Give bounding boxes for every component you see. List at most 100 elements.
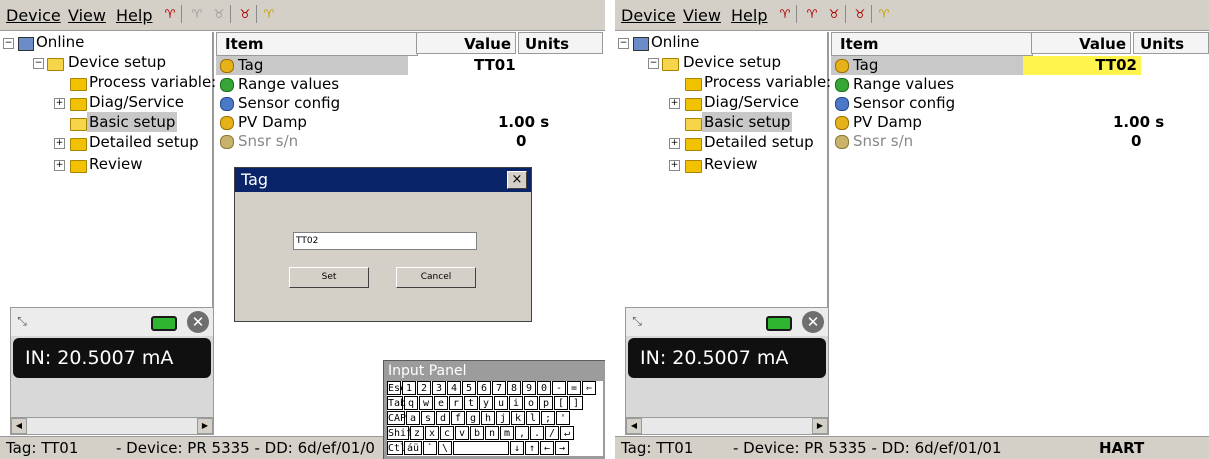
- keyboard-key[interactable]: n: [485, 426, 499, 440]
- keyboard-key[interactable]: .: [530, 426, 544, 440]
- device-icon[interactable]: ♉: [853, 7, 867, 21]
- keyboard-key[interactable]: x: [425, 426, 439, 440]
- scroll-left-icon[interactable]: ◀: [11, 418, 27, 434]
- horizontal-scrollbar[interactable]: ◀ ▶: [10, 417, 214, 435]
- close-icon[interactable]: ×: [507, 171, 527, 189]
- keyboard-key[interactable]: h: [481, 411, 495, 425]
- column-header-item[interactable]: Item: [216, 32, 418, 56]
- keyboard-key[interactable]: i: [509, 396, 523, 410]
- column-header-value[interactable]: Value: [1031, 32, 1131, 54]
- keyboard-key[interactable]: 0: [537, 381, 551, 395]
- help-icon[interactable]: ♈: [877, 7, 891, 21]
- keyboard-key[interactable]: /: [545, 426, 559, 440]
- keyboard-key[interactable]: 5: [462, 381, 476, 395]
- keyboard-key[interactable]: k: [511, 411, 525, 425]
- keyboard-key[interactable]: 8: [507, 381, 521, 395]
- collapse-icon[interactable]: −: [33, 58, 44, 69]
- scroll-right-icon[interactable]: ▶: [812, 418, 828, 434]
- keyboard-key[interactable]: d: [436, 411, 450, 425]
- keyboard-key[interactable]: ]: [569, 396, 583, 410]
- collapse-icon[interactable]: −: [648, 58, 659, 69]
- table-row[interactable]: Snsr s/n: [216, 132, 408, 151]
- keyboard-key[interactable]: ↑: [525, 441, 539, 455]
- expand-icon[interactable]: +: [669, 98, 680, 109]
- table-row[interactable]: Sensor config: [216, 94, 408, 113]
- keyboard-key[interactable]: b: [470, 426, 484, 440]
- keyboard-key[interactable]: →: [555, 441, 569, 455]
- table-row[interactable]: Tag: [831, 56, 1023, 75]
- tree-item-diag-service[interactable]: Diag/Service: [704, 92, 799, 112]
- disconnect-icon[interactable]: ♈: [805, 7, 819, 21]
- tree-item-diag-service[interactable]: Diag/Service: [89, 92, 184, 112]
- connect-icon[interactable]: ♈: [778, 7, 792, 21]
- keyboard-key[interactable]: 2: [417, 381, 431, 395]
- keyboard-key[interactable]: g: [466, 411, 480, 425]
- keyboard-key[interactable]: u: [494, 396, 508, 410]
- keyboard-key[interactable]: j: [496, 411, 510, 425]
- column-header-units[interactable]: Units: [518, 32, 603, 54]
- keyboard-key[interactable]: \: [438, 441, 452, 455]
- keyboard-key[interactable]: ↵: [560, 426, 574, 440]
- tree-item-device-setup[interactable]: Device setup: [68, 52, 166, 72]
- keyboard-key[interactable]: Tab: [387, 396, 406, 410]
- tree-item-review[interactable]: Review: [89, 154, 143, 174]
- table-row[interactable]: Range values: [831, 75, 1023, 94]
- keyboard-key[interactable]: 3: [432, 381, 446, 395]
- space-key[interactable]: [453, 441, 509, 455]
- expand-icon[interactable]: +: [669, 138, 680, 149]
- column-header-units[interactable]: Units: [1133, 32, 1209, 54]
- keyboard-key[interactable]: q: [404, 396, 418, 410]
- keyboard-key[interactable]: Esc: [387, 381, 406, 395]
- keyboard-key[interactable]: z: [410, 426, 424, 440]
- keyboard-key[interactable]: a: [406, 411, 420, 425]
- tree-item-review[interactable]: Review: [704, 154, 758, 174]
- keyboard-key[interactable]: -: [552, 381, 566, 395]
- tree-item-device-setup[interactable]: Device setup: [683, 52, 781, 72]
- tree-item-online[interactable]: Online: [36, 32, 84, 52]
- menu-device[interactable]: Device: [621, 6, 676, 25]
- keyboard-key[interactable]: y: [479, 396, 493, 410]
- expand-icon[interactable]: +: [54, 138, 65, 149]
- keyboard-key[interactable]: 9: [522, 381, 536, 395]
- keyboard-key[interactable]: r: [449, 396, 463, 410]
- expand-icon[interactable]: +: [54, 98, 65, 109]
- collapse-icon[interactable]: −: [3, 38, 14, 49]
- table-row[interactable]: PV Damp: [831, 113, 1023, 132]
- cancel-button[interactable]: Cancel: [396, 267, 476, 288]
- tree-item-basic-setup[interactable]: Basic setup: [702, 112, 793, 132]
- refresh-icon[interactable]: ♉: [212, 7, 226, 21]
- tree-item-detailed-setup[interactable]: Detailed setup: [704, 132, 814, 152]
- table-row[interactable]: Sensor config: [831, 94, 1023, 113]
- refresh-icon[interactable]: ♉: [827, 7, 841, 21]
- keyboard-key[interactable]: w: [419, 396, 433, 410]
- keyboard-key[interactable]: `: [423, 441, 437, 455]
- column-header-value[interactable]: Value: [416, 32, 516, 54]
- keyboard-key[interactable]: m: [500, 426, 514, 440]
- keyboard-key[interactable]: áü: [404, 441, 422, 455]
- keyboard-key[interactable]: 1: [402, 381, 416, 395]
- close-icon[interactable]: ✕: [802, 311, 824, 333]
- table-row[interactable]: Snsr s/n: [831, 132, 1023, 151]
- keyboard-key[interactable]: ⇐: [582, 381, 596, 395]
- keyboard-key[interactable]: ': [556, 411, 570, 425]
- keyboard-key[interactable]: l: [526, 411, 540, 425]
- tree-item-detailed-setup[interactable]: Detailed setup: [89, 132, 199, 152]
- keyboard-key[interactable]: CAP: [387, 411, 406, 425]
- column-header-item[interactable]: Item: [831, 32, 1033, 56]
- table-row[interactable]: Tag: [216, 56, 408, 75]
- keyboard-key[interactable]: Ctl: [387, 441, 406, 455]
- keyboard-key[interactable]: c: [440, 426, 454, 440]
- table-row[interactable]: PV Damp: [216, 113, 408, 132]
- keyboard-key[interactable]: 7: [492, 381, 506, 395]
- shrink-icon[interactable]: ⤡: [630, 314, 644, 328]
- keyboard-key[interactable]: Shift: [387, 426, 418, 440]
- keyboard-key[interactable]: ↓: [510, 441, 524, 455]
- keyboard-key[interactable]: 4: [447, 381, 461, 395]
- menu-view[interactable]: View: [68, 6, 106, 25]
- menu-device[interactable]: Device: [6, 6, 61, 25]
- keyboard-key[interactable]: t: [464, 396, 478, 410]
- table-row[interactable]: Range values: [216, 75, 408, 94]
- keyboard-key[interactable]: ←: [540, 441, 554, 455]
- keyboard-key[interactable]: ;: [541, 411, 555, 425]
- menu-help[interactable]: Help: [731, 6, 767, 25]
